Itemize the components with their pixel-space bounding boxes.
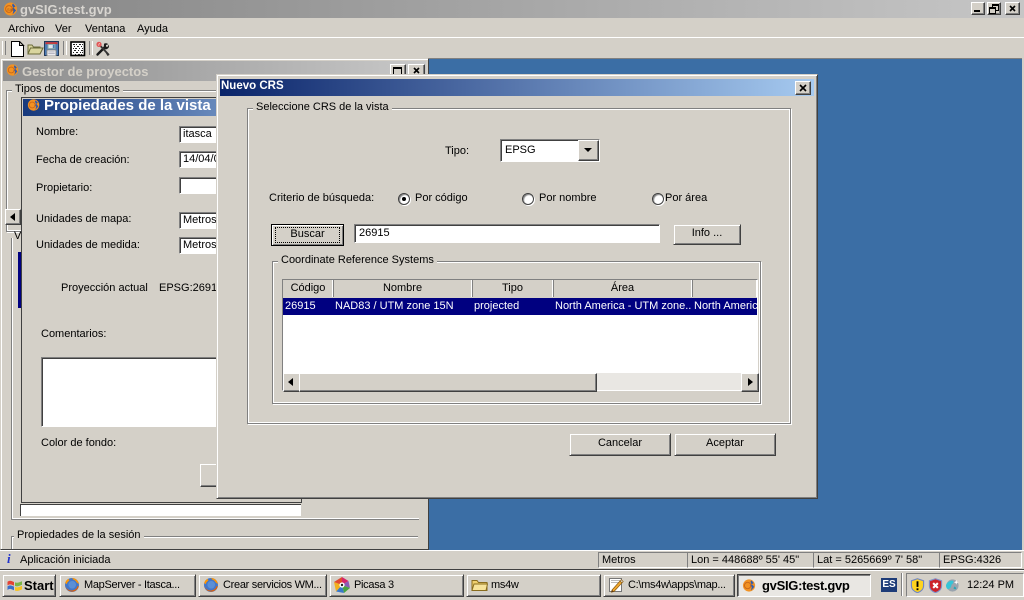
svg-text:SIG: SIG (7, 7, 14, 12)
